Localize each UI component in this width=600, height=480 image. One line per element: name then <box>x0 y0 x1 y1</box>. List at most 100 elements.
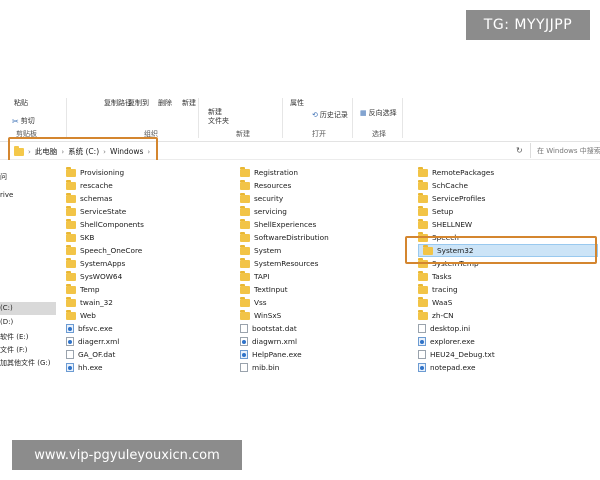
ribbon-separator <box>402 98 403 138</box>
folder-item[interactable]: SKB <box>66 231 144 244</box>
folder-item[interactable]: Vss <box>240 296 329 309</box>
file-item[interactable]: desktop.ini <box>418 322 598 335</box>
folder-item[interactable]: tracing <box>418 283 598 296</box>
file-list: Provisioning rescache schemas ServiceState S… <box>56 160 600 375</box>
item-label: HEU24_Debug.txt <box>430 350 495 359</box>
folder-item[interactable]: WaaS <box>418 296 598 309</box>
folder-item[interactable]: TAPI <box>240 270 329 283</box>
folder-item[interactable]: SHELLNEW <box>418 218 598 231</box>
item-label: bfsvc.exe <box>78 324 113 333</box>
folder-icon <box>418 179 428 190</box>
file-item[interactable]: mib.bin <box>240 361 329 374</box>
group-new: 新建 <box>236 130 250 138</box>
folder-icon <box>66 231 76 242</box>
cut-button[interactable]: ✂ 剪切 <box>12 116 35 126</box>
file-item[interactable]: bfsvc.exe <box>66 322 144 335</box>
bin-file-icon <box>240 363 248 372</box>
item-label: WinSxS <box>254 311 282 320</box>
folder-icon <box>66 309 76 320</box>
search-input[interactable]: 在 Windows 中搜索 <box>530 143 600 158</box>
folder-item[interactable]: ServiceState <box>66 205 144 218</box>
folder-item[interactable]: Tasks <box>418 270 598 283</box>
folder-item[interactable]: ShellComponents <box>66 218 144 231</box>
folder-item[interactable]: Registration <box>240 166 329 179</box>
file-item[interactable]: HelpPane.exe <box>240 348 329 361</box>
item-label: security <box>254 194 284 203</box>
file-item[interactable]: diagerr.xml <box>66 335 144 348</box>
folder-item[interactable]: Provisioning <box>66 166 144 179</box>
folder-icon <box>418 218 428 229</box>
scissors-icon: ✂ <box>12 116 19 126</box>
copy-to-label: 复制到 <box>128 99 149 107</box>
folder-icon <box>418 192 428 203</box>
folder-item[interactable]: WinSxS <box>240 309 329 322</box>
group-select: 选择 <box>372 130 386 138</box>
xml-file-icon <box>240 337 248 346</box>
folder-icon <box>240 270 250 281</box>
file-item[interactable]: hh.exe <box>66 361 144 374</box>
folder-item[interactable]: Web <box>66 309 144 322</box>
nav-item-drive-e[interactable]: 软件 (E:) <box>0 332 28 342</box>
folder-item[interactable]: twain_32 <box>66 296 144 309</box>
txt-file-icon <box>418 350 426 359</box>
folder-item[interactable]: SysWOW64 <box>66 270 144 283</box>
folder-item[interactable]: servicing <box>240 205 329 218</box>
folder-item[interactable]: ShellExperiences <box>240 218 329 231</box>
folder-icon <box>66 192 76 203</box>
folder-item[interactable]: RemotePackages <box>418 166 598 179</box>
exe-file-icon <box>240 350 248 359</box>
item-label: mib.bin <box>252 363 280 372</box>
folder-icon <box>66 179 76 190</box>
item-label: Temp <box>80 285 100 294</box>
folder-item[interactable]: rescache <box>66 179 144 192</box>
history-button[interactable]: ⟲ 历史记录 <box>312 110 348 120</box>
nav-item-drive-c[interactable]: (C:) <box>0 302 56 315</box>
item-label: TAPI <box>254 272 270 281</box>
folder-item[interactable]: System <box>240 244 329 257</box>
file-item[interactable]: bootstat.dat <box>240 322 329 335</box>
navigation-pane: 问 rive (C:) (D:) 软件 (E:) 文件 (F:) 加其他文件 (… <box>0 160 56 375</box>
item-label: SysWOW64 <box>80 272 123 281</box>
item-label: SKB <box>80 233 95 242</box>
folder-item[interactable]: SystemResources <box>240 257 329 270</box>
folder-item[interactable]: TextInput <box>240 283 329 296</box>
folder-item[interactable]: Speech_OneCore <box>66 244 144 257</box>
nav-item-drive-f[interactable]: 文件 (F:) <box>0 345 28 355</box>
folder-icon <box>66 257 76 268</box>
folder-item[interactable]: Setup <box>418 205 598 218</box>
refresh-icon[interactable]: ↻ <box>516 146 523 155</box>
folder-item[interactable]: ServiceProfiles <box>418 192 598 205</box>
folder-item[interactable]: SchCache <box>418 179 598 192</box>
folder-item[interactable]: security <box>240 192 329 205</box>
invert-selection-button[interactable]: ▦ 反向选择 <box>360 108 397 118</box>
item-label: Setup <box>432 207 454 216</box>
folder-icon <box>418 205 428 216</box>
folder-item[interactable]: Resources <box>240 179 329 192</box>
folder-item[interactable]: SoftwareDistribution <box>240 231 329 244</box>
folder-item[interactable]: SystemApps <box>66 257 144 270</box>
nav-item-drive-g[interactable]: 加其他文件 (G:) <box>0 358 50 368</box>
item-label: GA_OF.dat <box>78 350 116 359</box>
item-label: RemotePackages <box>432 168 495 177</box>
exe-file-icon <box>66 324 74 333</box>
file-item[interactable]: HEU24_Debug.txt <box>418 348 598 361</box>
nav-item[interactable]: 问 <box>0 172 7 182</box>
folder-item[interactable]: zh-CN <box>418 309 598 322</box>
nav-item[interactable]: rive <box>0 191 13 199</box>
ini-file-icon <box>418 324 426 333</box>
file-item[interactable]: GA_OF.dat <box>66 348 144 361</box>
new-folder-button[interactable]: 新建 文件夹 <box>208 108 238 126</box>
file-item[interactable]: notepad.exe <box>418 361 598 374</box>
folder-icon <box>66 283 76 294</box>
dat-file-icon <box>66 350 74 359</box>
folder-item[interactable]: Temp <box>66 283 144 296</box>
folder-icon <box>66 205 76 216</box>
file-item[interactable]: explorer.exe <box>418 335 598 348</box>
folder-item[interactable]: schemas <box>66 192 144 205</box>
exe-file-icon <box>66 363 74 372</box>
file-column-2: Registration Resources security servicing Sh… <box>240 166 329 374</box>
item-label: SystemResources <box>254 259 319 268</box>
item-label: Web <box>80 311 96 320</box>
nav-item-drive-d[interactable]: (D:) <box>0 318 13 326</box>
file-item[interactable]: diagwrn.xml <box>240 335 329 348</box>
